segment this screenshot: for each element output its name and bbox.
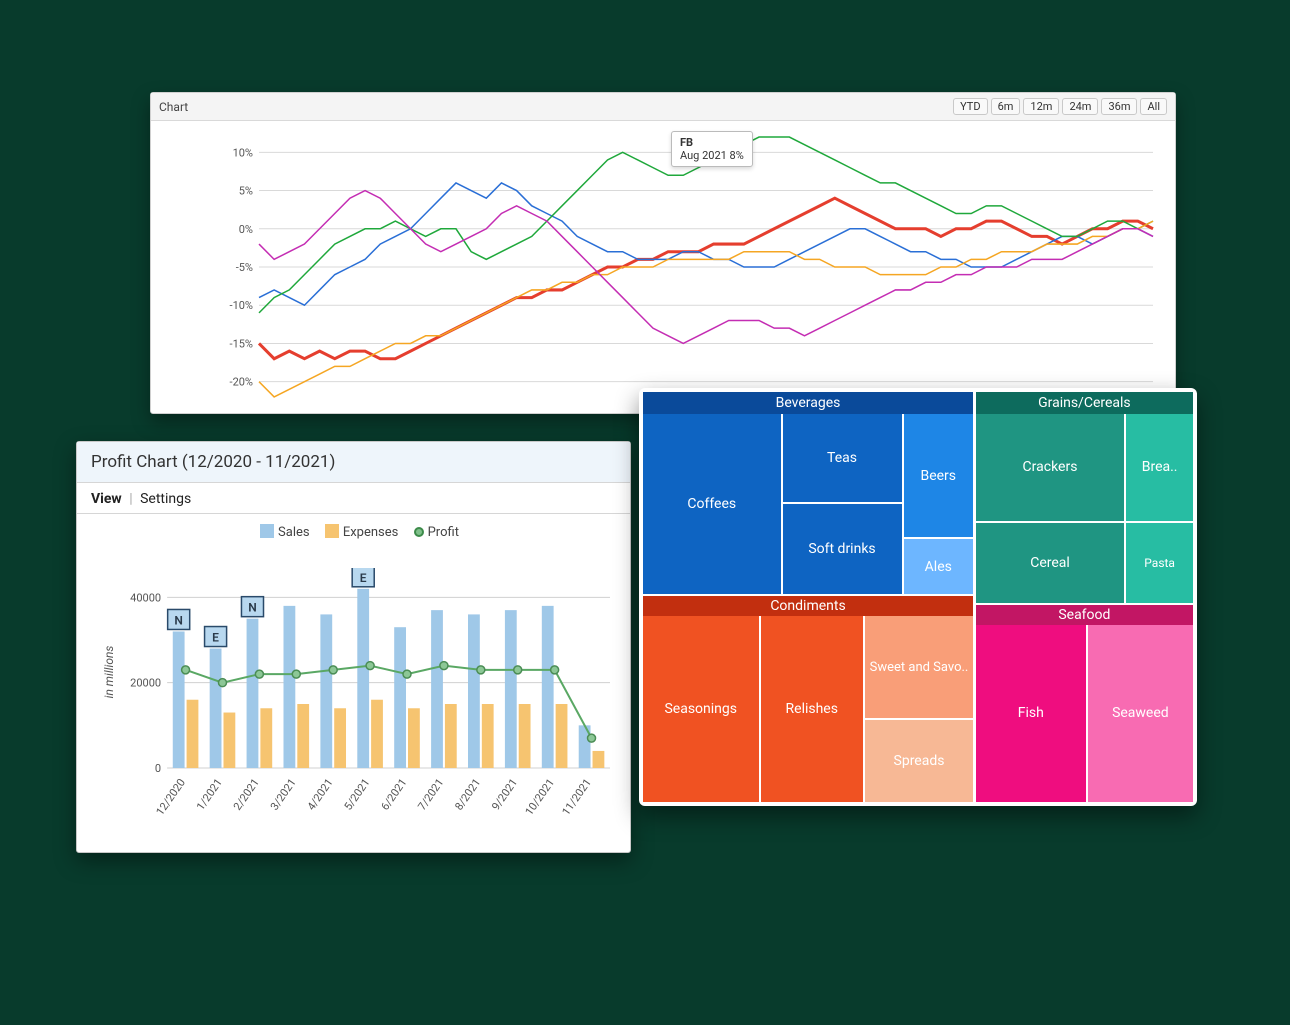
treemap-cell-sweet[interactable]: Sweet and Savo..: [863, 616, 973, 718]
profit-chart-panel: Profit Chart (12/2020 - 11/2021) View | …: [76, 441, 631, 853]
range-button-24m[interactable]: 24m: [1062, 98, 1098, 115]
svg-text:-5%: -5%: [236, 261, 253, 274]
svg-text:7/2021: 7/2021: [415, 776, 446, 812]
range-button-12m[interactable]: 12m: [1023, 98, 1059, 115]
treemap-cell-teas[interactable]: Teas: [781, 414, 902, 504]
treemap-cell-relishes[interactable]: Relishes: [759, 616, 864, 802]
legend-label-profit[interactable]: Profit: [428, 525, 459, 540]
treemap-cell-bread[interactable]: Brea..: [1124, 414, 1193, 521]
tab-separator: |: [129, 491, 132, 507]
treemap-header-beverages[interactable]: Beverages: [643, 392, 973, 414]
tooltip-detail: Aug 2021 8%: [680, 149, 744, 162]
profit-chart-title: Profit Chart (12/2020 - 11/2021): [77, 442, 630, 483]
stock-chart-title: Chart: [159, 100, 188, 114]
treemap-panel: Beverages Coffees Teas Soft drinks Beers…: [639, 388, 1197, 806]
stock-tooltip: FB Aug 2021 8%: [671, 131, 753, 167]
svg-text:10/2021: 10/2021: [523, 776, 558, 818]
svg-text:N: N: [174, 613, 183, 627]
svg-text:-10%: -10%: [230, 299, 253, 312]
range-button-all[interactable]: All: [1140, 98, 1167, 115]
svg-text:10%: 10%: [233, 146, 253, 159]
treemap-cell-seasonings[interactable]: Seasonings: [643, 616, 759, 802]
treemap-cell-seaweed[interactable]: Seaweed: [1086, 625, 1193, 802]
svg-text:-15%: -15%: [230, 337, 253, 350]
legend-label-expenses[interactable]: Expenses: [343, 525, 399, 540]
svg-text:5%: 5%: [239, 185, 253, 198]
treemap-cell-fish[interactable]: Fish: [976, 625, 1086, 802]
treemap-cell-softdrinks[interactable]: Soft drinks: [781, 504, 902, 594]
treemap-cell-pasta[interactable]: Pasta: [1124, 521, 1193, 603]
tooltip-symbol: FB: [680, 136, 693, 149]
svg-text:3/2021: 3/2021: [268, 776, 299, 812]
svg-text:20000: 20000: [130, 677, 161, 690]
treemap-header-grains[interactable]: Grains/Cereals: [976, 392, 1193, 414]
range-selector: YTD 6m 12m 24m 36m All: [953, 98, 1167, 115]
svg-text:N: N: [248, 601, 257, 615]
stock-plot-area[interactable]: -20% -15% -10% -5% 0% 5% 10%: [211, 131, 1161, 403]
legend-swatch-sales: [260, 524, 274, 538]
svg-text:0: 0: [155, 762, 161, 775]
svg-text:-20%: -20%: [230, 376, 253, 389]
svg-text:12/2020: 12/2020: [153, 776, 188, 818]
stock-chart-header: Chart YTD 6m 12m 24m 36m All: [151, 93, 1175, 121]
treemap[interactable]: Beverages Coffees Teas Soft drinks Beers…: [643, 392, 1193, 802]
range-button-6m[interactable]: 6m: [991, 98, 1021, 115]
treemap-cell-spreads[interactable]: Spreads: [863, 718, 973, 802]
profit-legend: Sales Expenses Profit: [77, 514, 630, 544]
svg-text:0%: 0%: [239, 223, 253, 236]
legend-dot-profit: [414, 527, 424, 537]
treemap-cell-beers[interactable]: Beers: [902, 414, 974, 537]
svg-text:5/2021: 5/2021: [342, 776, 373, 812]
profit-tabs: View | Settings: [77, 483, 630, 514]
legend-label-sales[interactable]: Sales: [278, 525, 310, 540]
treemap-header-condiments[interactable]: Condiments: [643, 594, 973, 616]
treemap-cell-ales[interactable]: Ales: [902, 537, 974, 594]
svg-text:1/2021: 1/2021: [194, 776, 225, 812]
legend-swatch-expenses: [325, 524, 339, 538]
svg-text:4/2021: 4/2021: [305, 776, 336, 812]
tab-view[interactable]: View: [91, 491, 122, 507]
range-button-ytd[interactable]: YTD: [953, 98, 987, 115]
treemap-cell-cereal[interactable]: Cereal: [976, 521, 1125, 603]
treemap-cell-crackers[interactable]: Crackers: [976, 414, 1125, 521]
range-button-36m[interactable]: 36m: [1101, 98, 1137, 115]
svg-text:E: E: [212, 631, 219, 645]
tab-settings[interactable]: Settings: [140, 491, 191, 507]
svg-text:8/2021: 8/2021: [452, 776, 483, 812]
svg-text:2/2021: 2/2021: [231, 776, 262, 812]
stock-chart-panel: Chart YTD 6m 12m 24m 36m All -20% -15% -10…: [150, 92, 1176, 414]
treemap-cell-coffees[interactable]: Coffees: [643, 414, 781, 594]
profit-plot-area[interactable]: in millions 0 20000 40000 12/20201/20212/202…: [99, 568, 620, 838]
svg-text:E: E: [360, 571, 367, 585]
svg-text:in millions: in millions: [102, 646, 116, 699]
svg-text:40000: 40000: [130, 591, 161, 604]
svg-text:6/2021: 6/2021: [378, 776, 409, 812]
treemap-header-seafood[interactable]: Seafood: [976, 603, 1193, 625]
svg-text:9/2021: 9/2021: [489, 776, 520, 812]
svg-text:11/2021: 11/2021: [559, 776, 594, 818]
